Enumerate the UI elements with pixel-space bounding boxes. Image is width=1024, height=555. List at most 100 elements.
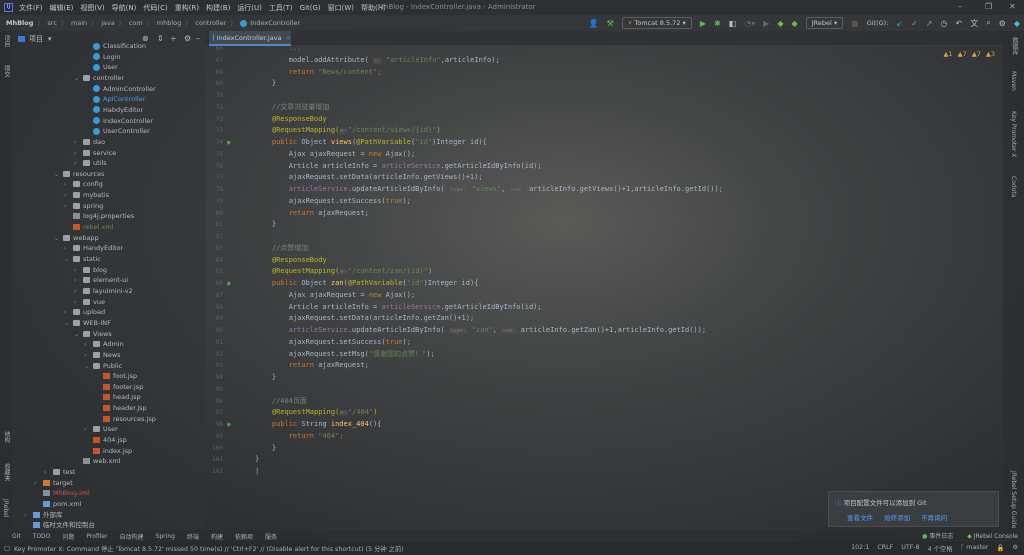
tree-item[interactable]: › utils xyxy=(12,158,205,169)
strip-key-promoter[interactable]: Key Promoter X xyxy=(1010,111,1017,157)
menu-item[interactable]: 窗口(W) xyxy=(328,4,354,12)
tree-item[interactable]: › layuimini-v2 xyxy=(12,286,205,297)
tool-window-button[interactable]: 依赖项 xyxy=(235,532,253,541)
tree-item[interactable]: 404.jsp xyxy=(12,435,205,446)
warning-count[interactable]: ▲3 xyxy=(986,50,995,58)
tree-item[interactable]: › test xyxy=(12,467,205,478)
strip-commit[interactable]: 提交 xyxy=(2,65,11,77)
tree-item[interactable]: MhBlog.iml xyxy=(12,488,205,499)
plugin-icon[interactable]: ⚙ xyxy=(1012,544,1018,553)
menu-item[interactable]: 视图(V) xyxy=(80,4,104,12)
chevron-right-icon[interactable]: › xyxy=(74,275,83,286)
tree-item[interactable]: index.jsp xyxy=(12,446,205,457)
rollback-icon[interactable]: ↶ xyxy=(955,19,962,28)
search-icon[interactable]: ⌕ xyxy=(986,18,990,28)
breadcrumb-item[interactable]: mhblog xyxy=(157,19,182,27)
git-commit-icon[interactable]: ✓ xyxy=(911,19,918,28)
dont-ask-link[interactable]: 不再询问 xyxy=(921,514,947,522)
tool-window-button[interactable]: 问题 xyxy=(62,532,74,541)
history-icon[interactable]: ◷ xyxy=(941,19,948,28)
line-separator[interactable]: CRLF xyxy=(877,544,893,553)
tool-window-button[interactable]: Profiler xyxy=(86,533,107,540)
tool-window-button[interactable]: TODO xyxy=(33,533,51,540)
tree-item[interactable]: › User xyxy=(12,424,205,435)
tree-item[interactable]: › target xyxy=(12,478,205,489)
tool-window-button[interactable]: Spring xyxy=(156,533,175,540)
tool-window-button[interactable]: Git xyxy=(12,533,21,540)
tool-window-button[interactable]: 服务 xyxy=(265,532,277,541)
tree-item[interactable]: footer.jsp xyxy=(12,382,205,393)
chevron-right-icon[interactable]: › xyxy=(84,339,93,350)
strip-codota[interactable]: Codota xyxy=(1010,176,1017,197)
profile-icon[interactable]: ◔▾ xyxy=(744,19,755,28)
menu-item[interactable]: 导航(N) xyxy=(112,4,137,12)
menu-item[interactable]: 工具(T) xyxy=(269,4,293,12)
tool-window-button[interactable]: 终端 xyxy=(187,532,199,541)
chevron-right-icon[interactable]: › xyxy=(64,307,73,318)
tree-item[interactable]: › HandyEditor xyxy=(12,243,205,254)
tool-window-button[interactable]: 构建 xyxy=(211,532,223,541)
git-update-icon[interactable]: ↙ xyxy=(896,19,903,28)
chevron-down-icon[interactable]: ⌄ xyxy=(64,254,73,265)
chevron-down-icon[interactable]: ⌄ xyxy=(74,73,83,84)
chevron-right-icon[interactable]: › xyxy=(74,265,83,276)
chevron-right-icon[interactable]: › xyxy=(74,286,83,297)
always-add-link[interactable]: 始终添加 xyxy=(884,514,910,522)
web-endpoint-gutter-icon[interactable]: ◉ xyxy=(227,137,231,149)
tree-item[interactable]: › upload xyxy=(12,307,205,318)
breadcrumb-item[interactable]: main xyxy=(71,19,87,27)
chevron-down-icon[interactable]: ⌄ xyxy=(74,329,83,340)
user-icon[interactable]: 👤 xyxy=(589,19,599,28)
breadcrumb-item[interactable]: IndexController xyxy=(250,19,300,27)
tree-item[interactable]: log4j.properties xyxy=(12,211,205,222)
translate-icon[interactable]: 文 xyxy=(970,18,978,29)
tree-item[interactable]: › dao xyxy=(12,137,205,148)
chevron-right-icon[interactable]: › xyxy=(44,467,53,478)
tree-item[interactable]: › blog xyxy=(12,265,205,276)
strip-maven[interactable]: Maven xyxy=(1010,71,1017,91)
caret-position[interactable]: 102:1 xyxy=(851,544,869,553)
breadcrumb-item[interactable]: src xyxy=(47,19,57,27)
chevron-right-icon[interactable]: › xyxy=(84,424,93,435)
debug-icon[interactable]: ✱ xyxy=(714,19,721,28)
chevron-right-icon[interactable]: › xyxy=(64,201,73,212)
inspection-widget[interactable]: ▲1 ▲7 ▲7 ▲3 xyxy=(943,50,1000,58)
warning-count[interactable]: ▲7 xyxy=(958,50,967,58)
run-icon[interactable]: ▶ xyxy=(700,19,706,28)
breadcrumb-item[interactable]: MhBlog xyxy=(6,19,33,27)
menu-item[interactable]: 编辑(E) xyxy=(50,4,74,12)
indent-setting[interactable]: 4 个空格 xyxy=(928,544,953,553)
tree-item[interactable]: ⌄ Views xyxy=(12,329,205,340)
chevron-right-icon[interactable]: › xyxy=(24,510,33,521)
menu-item[interactable]: Git(G) xyxy=(300,4,321,12)
tree-item[interactable]: head.jsp xyxy=(12,392,205,403)
jrebel-run-icon[interactable]: ◆ xyxy=(777,19,783,28)
warning-count[interactable]: ▲7 xyxy=(972,50,981,58)
tree-item[interactable]: ⌄ controller xyxy=(12,73,205,84)
menu-item[interactable]: 运行(U) xyxy=(237,4,262,12)
tree-item[interactable]: User xyxy=(12,62,205,73)
event-log-button[interactable]: 事件日志 xyxy=(929,533,953,540)
lock-icon[interactable]: 🔓 xyxy=(997,544,1005,553)
jrebel-debug-icon[interactable]: ◆ xyxy=(792,19,798,28)
tree-item[interactable]: Classification xyxy=(12,41,205,52)
git-branch[interactable]: ᚴ master xyxy=(961,544,989,553)
chevron-down-icon[interactable]: ⌄ xyxy=(84,361,93,372)
tree-item[interactable]: pom.xml xyxy=(12,499,205,510)
code-area[interactable]: 66 ... 67 model.addAttribute( s: "article… xyxy=(205,44,1003,530)
tree-item[interactable]: ⌄ WEB-INF xyxy=(12,318,205,329)
jrebel-console-button[interactable]: JRebel Console xyxy=(974,533,1018,540)
maximize-button[interactable]: ❐ xyxy=(985,2,992,11)
build-hammer-icon[interactable]: ⚒ xyxy=(607,19,614,28)
file-encoding[interactable]: UTF-8 xyxy=(901,544,919,553)
web-endpoint-gutter-icon[interactable]: ◉ xyxy=(227,278,231,290)
tree-item[interactable]: UserController xyxy=(12,126,205,137)
toolbox-icon[interactable]: ◆ xyxy=(1014,19,1020,28)
chevron-right-icon[interactable]: › xyxy=(74,297,83,308)
chevron-down-icon[interactable]: ⌄ xyxy=(64,318,73,329)
tree-item[interactable]: › element-ui xyxy=(12,275,205,286)
tree-item[interactable]: AdminController xyxy=(12,84,205,95)
chevron-down-icon[interactable]: ⌄ xyxy=(54,169,63,180)
breadcrumb-item[interactable]: controller xyxy=(195,19,226,27)
strip-structure[interactable]: 结构 xyxy=(2,431,11,443)
